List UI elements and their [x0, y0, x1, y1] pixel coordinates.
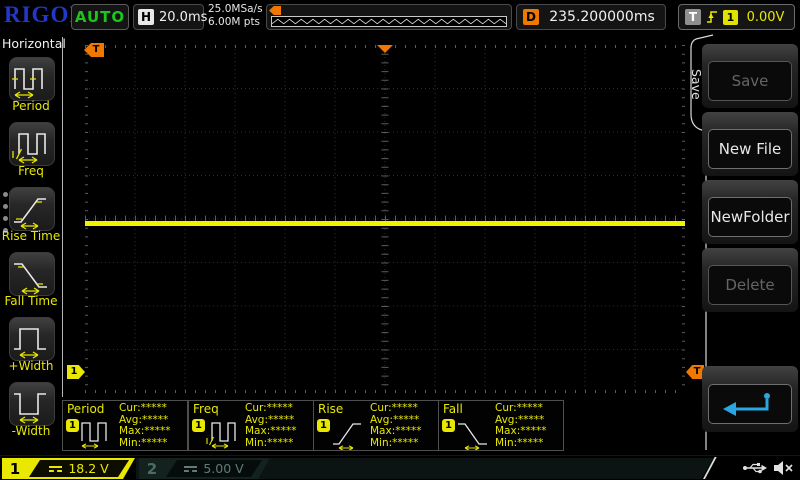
panel-title: Period — [67, 402, 105, 416]
speaker-muted-icon — [774, 461, 793, 475]
oscilloscope-screen: RIGOL AUTO H 20.0ms 25.0MSa/s 6.00M pts … — [0, 0, 800, 480]
horizontal-delay-box[interactable]: D 235.200000ms — [516, 4, 666, 30]
trigger-source-badge: 1 — [723, 9, 738, 25]
overview-waveform-thumbnail — [271, 16, 507, 27]
panel-stats: Cur:***** Avg:***** Max:***** Min:***** — [119, 402, 171, 449]
measure-item-pos-width-label: +Width — [8, 359, 54, 373]
measure-menu-title: Horizontal — [2, 36, 66, 51]
measure-item-pos-width[interactable] — [9, 317, 55, 361]
measure-item-period[interactable] — [9, 57, 55, 101]
measure-item-rise-time-label: Rise Time — [1, 229, 61, 243]
trigger-info-box[interactable]: T 1 0.00V — [678, 4, 795, 30]
measure-item-fall-time-label: Fall Time — [4, 294, 58, 308]
source-badge: 1 — [442, 419, 455, 432]
return-arrow-icon — [723, 393, 770, 416]
period-icon — [81, 422, 107, 449]
panel-title: Rise — [318, 402, 344, 416]
measure-item-rise-time[interactable] — [9, 187, 55, 231]
memory-depth: 6.00M pts — [208, 16, 261, 28]
waveform-display-area[interactable] — [85, 45, 685, 393]
rise-time-icon — [14, 198, 46, 230]
pos-width-icon — [14, 328, 46, 359]
acquisition-info: 25.0MSa/s 6.00M pts — [208, 3, 263, 29]
waveform-overview[interactable] — [266, 4, 512, 30]
panel-stats: Cur:***** Avg:***** Max:***** Min:***** — [370, 402, 422, 449]
delete-button[interactable]: Delete — [708, 265, 792, 305]
run-status-indicator[interactable]: AUTO — [71, 4, 129, 30]
fall-time-icon — [458, 423, 487, 450]
measure-item-freq-label: Freq — [18, 164, 44, 178]
usb-icon — [743, 463, 767, 474]
save-button[interactable]: Save — [708, 61, 792, 101]
softkey-save-well: Save — [702, 44, 798, 108]
source-badge: 1 — [317, 419, 330, 432]
measurement-panel-rise: Rise 1 Cur:***** Avg:***** Max:***** Min… — [313, 400, 439, 451]
panel-title: Freq — [193, 402, 219, 416]
new-folder-button[interactable]: NewFolder — [708, 197, 792, 237]
new-file-button[interactable]: New File — [708, 129, 792, 169]
source-badge: 1 — [192, 419, 205, 432]
rising-edge-icon — [707, 11, 717, 23]
measurement-panel-freq: Freq 1 Cur:***** Avg:***** Max:***** Min… — [188, 400, 314, 451]
softkey-back-well — [702, 366, 798, 432]
graticule-grid — [85, 45, 685, 393]
channel2-scale: 5.00 V — [203, 461, 244, 476]
rise-time-icon — [333, 423, 361, 450]
measure-item-period-label: Period — [12, 99, 50, 113]
horizontal-scale-value: 20.0ms — [159, 9, 208, 25]
sine-thumbnail-icon — [272, 18, 506, 25]
channel1-trace — [85, 221, 685, 226]
channel1-ground-marker[interactable]: 1 — [67, 365, 85, 379]
left-menu-separator — [62, 37, 63, 397]
back-button[interactable] — [708, 384, 792, 424]
status-bar: 1 18.2 V 2 5.00 V — [0, 455, 800, 480]
panel-stats: Cur:***** Avg:***** Max:***** Min:***** — [245, 402, 297, 449]
horizontal-badge: H — [138, 9, 154, 25]
panel-title: Fall — [443, 402, 463, 416]
dc-coupling-icon — [184, 466, 197, 472]
measurement-panel-period: Period 1 Cur:***** Avg:***** Max:***** M… — [62, 400, 188, 451]
softkey-newfile-well: New File — [702, 112, 798, 176]
channel2-number: 2 — [146, 459, 158, 478]
period-icon — [12, 68, 43, 99]
delay-value: 235.200000ms — [549, 9, 655, 25]
trigger-badge: T — [685, 9, 701, 25]
delay-badge: D — [523, 9, 539, 25]
menu-scroll-dot — [3, 192, 8, 197]
trigger-level-value: 0.00V — [746, 9, 785, 25]
measurement-panel-fall: Fall 1 Cur:***** Avg:***** Max:***** Min… — [438, 400, 564, 451]
measure-item-neg-width-label: -Width — [11, 424, 51, 438]
channel1-number: 1 — [9, 459, 21, 478]
panel-stats: Cur:***** Avg:***** Max:***** Min:***** — [495, 402, 547, 449]
fall-time-icon — [14, 263, 47, 295]
overview-position-marker-icon — [269, 6, 281, 15]
sample-rate: 25.0MSa/s — [208, 3, 263, 15]
softkey-newfolder-well: NewFolder — [702, 180, 798, 244]
measure-item-freq[interactable] — [9, 122, 55, 166]
neg-width-icon — [14, 393, 46, 424]
dc-coupling-icon — [49, 466, 62, 472]
measure-item-neg-width[interactable] — [9, 382, 55, 426]
freq-icon — [12, 133, 46, 164]
menu-scroll-dot — [3, 204, 8, 209]
channel1-status[interactable]: 1 18.2 V — [2, 458, 135, 479]
freq-icon — [206, 422, 236, 449]
measure-item-fall-time[interactable] — [9, 252, 55, 296]
channel1-scale: 18.2 V — [68, 461, 109, 476]
horizontal-scale-box[interactable]: H 20.0ms — [133, 4, 208, 30]
menu-scroll-dot — [3, 216, 8, 221]
channel2-status[interactable]: 2 5.00 V — [139, 458, 270, 479]
source-badge: 1 — [66, 419, 79, 432]
softkey-delete-well: Delete — [702, 248, 798, 312]
